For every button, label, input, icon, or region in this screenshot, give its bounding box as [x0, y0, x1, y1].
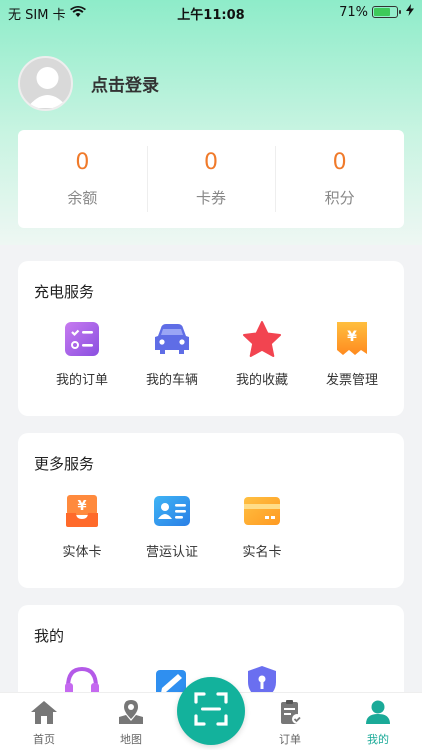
svg-text:¥: ¥: [347, 329, 357, 345]
tab-home[interactable]: 首页: [14, 699, 74, 747]
item-label: 我的收藏: [235, 373, 288, 388]
order-list-icon: [62, 319, 102, 359]
section-title: 充电服务: [34, 283, 95, 301]
stat-label: 卡券: [196, 189, 227, 207]
profile-section[interactable]: 点击登录: [18, 56, 159, 111]
item-label: 实名卡: [242, 545, 282, 560]
stat-value: 0: [204, 150, 218, 175]
real-name-card-icon: [242, 491, 282, 531]
section-title: 更多服务: [34, 455, 95, 473]
tab-mine[interactable]: 我的: [348, 699, 408, 747]
default-avatar-icon: [27, 67, 68, 108]
my-orders-item[interactable]: 我的订单: [38, 319, 126, 388]
charging-bolt-icon: [406, 4, 414, 20]
scan-icon: [193, 691, 229, 731]
tab-label: 我的: [367, 733, 389, 746]
stat-points[interactable]: 0 积分: [275, 130, 404, 228]
physical-card-icon: ¥: [62, 491, 102, 531]
item-label: 我的车辆: [145, 373, 198, 388]
tab-orders[interactable]: 订单: [260, 699, 320, 747]
status-bar: 无 SIM 卡 上午11:08 71%: [0, 0, 422, 24]
map-pin-icon: [117, 699, 145, 729]
car-icon: [152, 319, 192, 359]
battery-icon: [372, 6, 401, 18]
more-services-card: 更多服务 ¥ 实体卡 营运认证 实名卡: [18, 433, 404, 588]
stat-value: 0: [332, 150, 347, 175]
physical-card-item[interactable]: ¥ 实体卡: [38, 491, 126, 560]
my-favorites-item[interactable]: 我的收藏: [218, 319, 306, 388]
tab-label: 地图: [120, 733, 142, 746]
scan-button[interactable]: [177, 677, 245, 745]
home-icon: [30, 699, 58, 729]
login-link[interactable]: 点击登录: [91, 71, 159, 96]
section-title: 我的: [34, 627, 65, 645]
id-card-icon: [152, 491, 192, 531]
tab-map[interactable]: 地图: [101, 699, 161, 747]
invoice-management-item[interactable]: ¥ 发票管理: [308, 319, 396, 388]
stat-value: 0: [75, 150, 90, 175]
item-label: 实体卡: [62, 545, 102, 560]
stat-label: 积分: [324, 189, 355, 207]
item-label: 我的订单: [55, 373, 108, 388]
svg-text:¥: ¥: [77, 499, 86, 514]
my-vehicles-item[interactable]: 我的车辆: [128, 319, 216, 388]
item-label: 发票管理: [325, 373, 378, 388]
star-icon: [242, 319, 282, 359]
stat-coupons[interactable]: 0 卡券: [146, 130, 276, 228]
charging-services-card: 充电服务 我的订单 我的车辆 我的收藏 ¥ 发票管理: [18, 261, 404, 416]
stat-balance[interactable]: 0 余额: [18, 130, 147, 228]
battery-percent: 71%: [339, 4, 368, 20]
account-stats-card: 0 余额 0 卡券 0 积分: [18, 130, 404, 228]
invoice-icon: ¥: [332, 319, 372, 359]
clipboard-icon: [276, 699, 304, 729]
avatar[interactable]: [18, 56, 73, 111]
operation-certification-item[interactable]: 营运认证: [128, 491, 216, 560]
tab-label: 首页: [33, 733, 55, 746]
stat-label: 余额: [67, 189, 98, 207]
real-name-card-item[interactable]: 实名卡: [218, 491, 306, 560]
tab-label: 订单: [279, 733, 301, 746]
user-icon: [364, 699, 392, 729]
item-label: 营运认证: [145, 545, 198, 560]
